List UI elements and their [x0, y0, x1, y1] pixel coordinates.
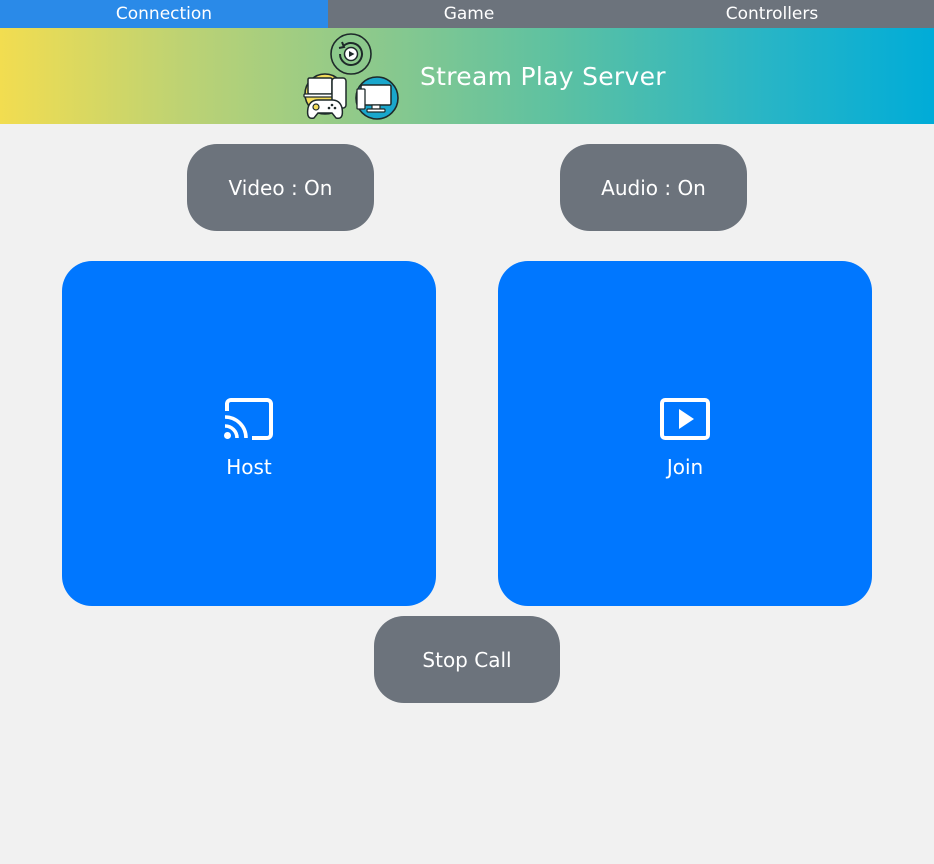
- tab-game[interactable]: Game: [328, 0, 610, 28]
- tab-bar: Connection Game Controllers: [0, 0, 934, 28]
- join-button[interactable]: Join: [498, 261, 872, 606]
- header-banner: Stream Play Server: [0, 28, 934, 124]
- tab-controllers[interactable]: Controllers: [610, 0, 934, 28]
- play-icon: [660, 398, 710, 440]
- cast-icon: [224, 398, 273, 440]
- host-label: Host: [226, 455, 272, 479]
- stream-play-logo-icon: [303, 33, 399, 120]
- audio-toggle-button[interactable]: Audio : On: [560, 144, 747, 231]
- video-toggle-button[interactable]: Video : On: [187, 144, 374, 231]
- stop-call-button[interactable]: Stop Call: [374, 616, 560, 703]
- tab-connection[interactable]: Connection: [0, 0, 328, 28]
- join-label: Join: [666, 455, 704, 479]
- host-button[interactable]: Host: [62, 261, 436, 606]
- app-title: Stream Play Server: [420, 62, 666, 91]
